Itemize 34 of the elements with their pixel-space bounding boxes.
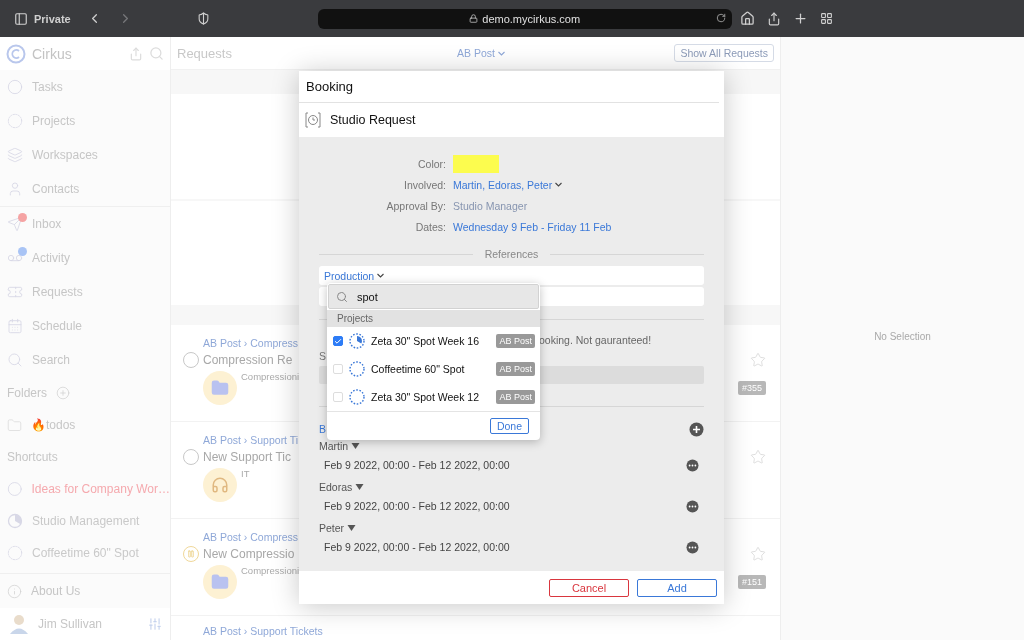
dialog-title: Booking: [306, 79, 353, 94]
note-text: ooking. Not gauranteed!: [539, 334, 652, 346]
project-tag: AB Post: [496, 334, 535, 348]
app-name: Cirkus: [32, 45, 73, 62]
project-tag: AB Post: [496, 362, 535, 376]
field-label: S: [319, 350, 326, 364]
breadcrumb: AB Post › Compress: [203, 337, 299, 349]
id-tag: #151: [737, 575, 766, 589]
breadcrumb: AB Post › Compress: [203, 531, 299, 543]
request-title: New Support Tic: [203, 450, 292, 464]
field-value: Studio Manager: [453, 199, 528, 212]
id-tag: #355: [737, 381, 766, 395]
booking-range: Feb 9 2022, 00:00 - Feb 12 2022, 00:00: [324, 541, 510, 553]
booking-range: Feb 9 2022, 00:00 - Feb 12 2022, 00:00: [324, 500, 510, 512]
user-name: Jim Sullivan: [38, 617, 104, 631]
booking-range: Feb 9 2022, 00:00 - Feb 12 2022, 00:00: [324, 459, 510, 471]
request-title: Compression Re: [203, 353, 293, 367]
project-tag: AB Post: [496, 390, 535, 404]
empty-state-text: No Selection: [874, 331, 931, 342]
request-subtitle: Compressioni: [241, 371, 300, 382]
request-subtitle: Compressioni: [241, 565, 300, 576]
field-label: Color:: [417, 157, 446, 170]
private-label: Private: [34, 12, 71, 25]
field-label: Approval By:: [385, 199, 446, 212]
url-text: demo.mycirkus.com: [482, 12, 581, 25]
breadcrumb: AB Post › Support Tickets: [203, 625, 323, 637]
request-title: New Compressio: [203, 547, 295, 561]
request-type: Studio Request: [330, 113, 416, 127]
group-header: Projects: [337, 313, 374, 324]
field-label: Involved:: [402, 178, 446, 191]
section-title: References: [484, 248, 539, 260]
breadcrumb: AB Post › Support Ti: [203, 434, 299, 446]
field-label: Dates:: [414, 220, 446, 233]
request-subtitle: IT: [241, 468, 250, 479]
